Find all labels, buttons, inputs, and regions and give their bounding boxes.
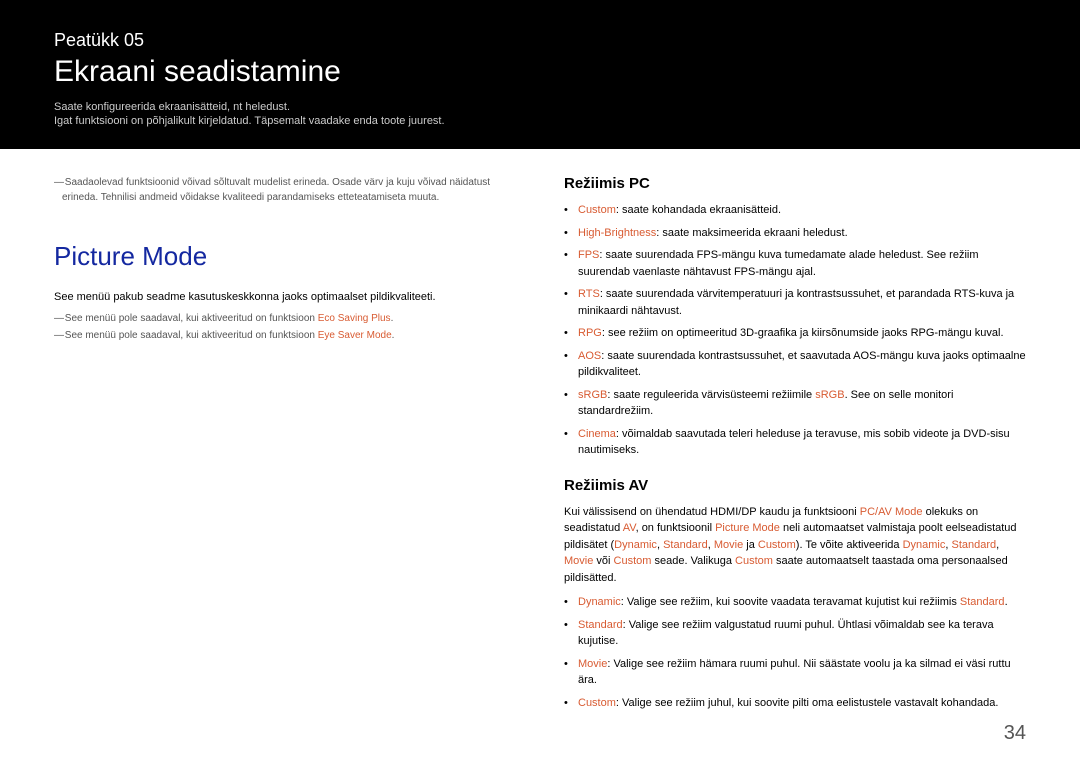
mode-srgb-2: sRGB — [815, 389, 844, 401]
mode-fps: FPS — [578, 249, 599, 261]
pc-mode-list: Custom: saate kohandada ekraanisätteid. … — [564, 202, 1026, 459]
custom-label-3: Custom — [735, 555, 773, 567]
mode-rts: RTS — [578, 288, 600, 300]
pc-av-mode-label: PC/AV Mode — [860, 506, 923, 518]
list-item: Standard: Valige see režiim valgustatud … — [564, 617, 1026, 650]
av-dynamic: Dynamic — [578, 596, 621, 608]
list-item: Movie: Valige see režiim hämara ruumi pu… — [564, 656, 1026, 689]
av-mode-list: Dynamic: Valige see režiim, kui soovite … — [564, 594, 1026, 711]
dynamic-label-2: Dynamic — [903, 539, 946, 551]
disclaimer-note: Saadaolevad funktsioonid võivad sõltuval… — [54, 175, 524, 205]
list-item: High-Brightness: saate maksimeerida ekra… — [564, 225, 1026, 242]
page-title: Ekraani seadistamine — [54, 55, 1026, 89]
mode-high-brightness: High-Brightness — [578, 227, 656, 239]
picture-mode-description: See menüü pakub seadme kasutuskeskkonna … — [54, 290, 524, 305]
standard-label-2: Standard — [952, 539, 997, 551]
eye-saver-mode-label: Eye Saver Mode — [318, 330, 392, 341]
right-column: Režiimis PC Custom: saate kohandada ekra… — [564, 175, 1026, 729]
pc-mode-heading: Režiimis PC — [564, 175, 1026, 192]
mode-aos: AOS — [578, 350, 601, 362]
content-area: Saadaolevad funktsioonid võivad sõltuval… — [0, 149, 1080, 729]
list-item: sRGB: saate reguleerida värvisüsteemi re… — [564, 387, 1026, 420]
av-custom: Custom — [578, 697, 616, 709]
movie-label-2: Movie — [564, 555, 593, 567]
list-item: Dynamic: Valige see režiim, kui soovite … — [564, 594, 1026, 611]
mode-srgb: sRGB — [578, 389, 607, 401]
custom-label-2: Custom — [614, 555, 652, 567]
note-eye-saver: See menüü pole saadaval, kui aktiveeritu… — [54, 328, 524, 343]
picture-mode-label: Picture Mode — [715, 522, 780, 534]
section-title-picture-mode: Picture Mode — [54, 241, 524, 272]
standard-label: Standard — [663, 539, 708, 551]
eco-saving-plus-label: Eco Saving Plus — [318, 313, 391, 324]
page-header: Peatükk 05 Ekraani seadistamine Saate ko… — [0, 0, 1080, 149]
list-item: Custom: Valige see režiim juhul, kui soo… — [564, 695, 1026, 712]
list-item: RTS: saate suurendada värvitemperatuuri … — [564, 286, 1026, 319]
av-mode-paragraph: Kui välissisend on ühendatud HDMI/DP kau… — [564, 504, 1026, 587]
header-subtitle-2: Igat funktsiooni on põhjalikult kirjelda… — [54, 115, 1026, 127]
av-standard-ref: Standard — [960, 596, 1005, 608]
av-label: AV — [623, 522, 636, 534]
note-eco-saving: See menüü pole saadaval, kui aktiveeritu… — [54, 311, 524, 326]
left-column: Saadaolevad funktsioonid võivad sõltuval… — [54, 175, 524, 729]
av-movie: Movie — [578, 658, 607, 670]
note-eye-text: See menüü pole saadaval, kui aktiveeritu… — [65, 330, 318, 341]
mode-cinema: Cinema — [578, 428, 616, 440]
mode-rpg: RPG — [578, 327, 602, 339]
av-standard: Standard — [578, 619, 623, 631]
note-eco-text: See menüü pole saadaval, kui aktiveeritu… — [65, 313, 318, 324]
header-subtitle-1: Saate konfigureerida ekraanisätteid, nt … — [54, 101, 1026, 113]
list-item: RPG: see režiim on optimeeritud 3D-graaf… — [564, 325, 1026, 342]
custom-label: Custom — [758, 539, 796, 551]
list-item: AOS: saate suurendada kontrastsussuhet, … — [564, 348, 1026, 381]
page-number: 34 — [1004, 722, 1026, 745]
list-item: Custom: saate kohandada ekraanisätteid. — [564, 202, 1026, 219]
movie-label: Movie — [714, 539, 743, 551]
mode-custom: Custom — [578, 204, 616, 216]
av-mode-heading: Režiimis AV — [564, 477, 1026, 494]
dynamic-label: Dynamic — [614, 539, 657, 551]
list-item: FPS: saate suurendada FPS-mängu kuva tum… — [564, 247, 1026, 280]
chapter-label: Peatükk 05 — [54, 30, 1026, 51]
list-item: Cinema: võimaldab saavutada teleri heled… — [564, 426, 1026, 459]
